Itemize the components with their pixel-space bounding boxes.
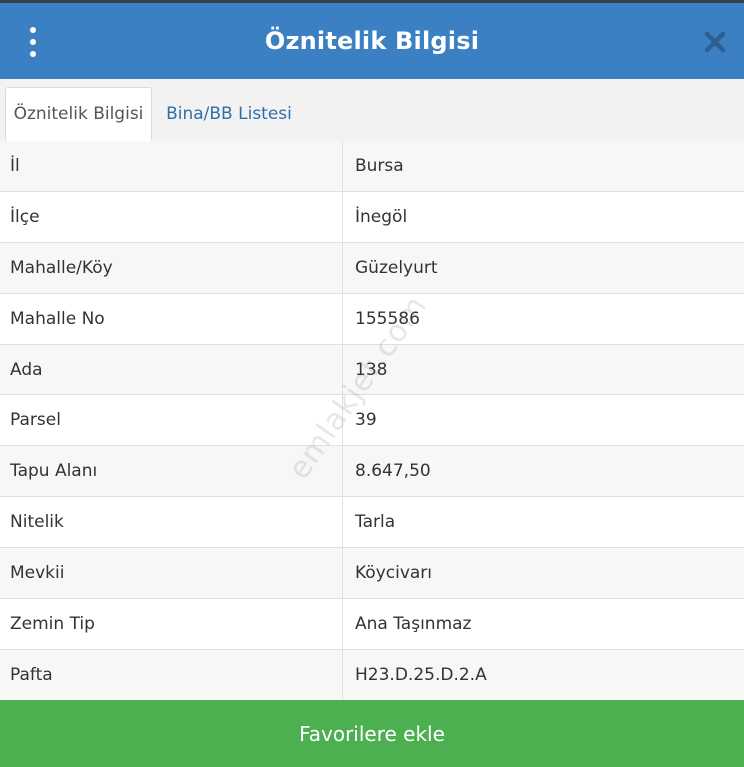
- row-value: Bursa: [355, 155, 404, 176]
- tab-oznitelik-bilgisi[interactable]: Öznitelik Bilgisi: [5, 87, 152, 141]
- row-value: 8.647,50: [355, 461, 431, 482]
- table-row: Tapu Alanı 8.647,50: [0, 446, 744, 498]
- vertical-dots-menu-icon[interactable]: [22, 27, 44, 57]
- table-row: İlçe İnegöl: [0, 191, 744, 243]
- header-bar: Öznitelik Bilgisi: [0, 3, 744, 79]
- table-row: İl Bursa: [0, 141, 744, 192]
- row-label: Nitelik: [0, 497, 343, 548]
- attribute-table: İl Bursa İlçe İnegöl Mahalle/Köy Güzelyu…: [0, 141, 744, 701]
- row-value: 138: [355, 359, 388, 380]
- table-row: Ada 138: [0, 344, 744, 396]
- row-label: Mahalle/Köy: [0, 242, 343, 293]
- row-value: Güzelyurt: [355, 257, 438, 278]
- row-label: Tapu Alanı: [0, 446, 343, 497]
- row-label: Mevkii: [0, 548, 343, 599]
- table-row: Mahalle No 155586: [0, 293, 744, 345]
- row-label: Mahalle No: [0, 293, 343, 344]
- row-label: İlçe: [0, 191, 343, 242]
- row-value: H23.D.25.D.2.A: [355, 664, 487, 685]
- table-row: Nitelik Tarla: [0, 497, 744, 549]
- row-value: 39: [355, 410, 377, 431]
- table-row: Mevkii Köycivarı: [0, 548, 744, 600]
- row-label: Parsel: [0, 395, 343, 446]
- row-label: Pafta: [0, 649, 343, 700]
- add-to-favorites-button[interactable]: Favorilere ekle: [0, 700, 744, 767]
- tab-bina-bb-listesi[interactable]: Bina/BB Listesi: [160, 87, 298, 141]
- table-row: Pafta H23.D.25.D.2.A: [0, 649, 744, 701]
- close-icon[interactable]: [704, 31, 726, 53]
- row-value: Tarla: [355, 512, 396, 533]
- row-value: 155586: [355, 308, 420, 329]
- row-label: Ada: [0, 344, 343, 395]
- row-label: İl: [0, 141, 343, 191]
- row-label: Zemin Tip: [0, 599, 343, 649]
- table-row: Parsel 39: [0, 395, 744, 447]
- page-title: Öznitelik Bilgisi: [264, 27, 480, 55]
- table-row: Zemin Tip Ana Taşınmaz: [0, 599, 744, 650]
- row-value: Köycivarı: [355, 563, 433, 584]
- table-row: Mahalle/Köy Güzelyurt: [0, 242, 744, 294]
- tab-bar: Öznitelik Bilgisi Bina/BB Listesi: [0, 79, 744, 142]
- row-value: İnegöl: [355, 206, 408, 227]
- row-value: Ana Taşınmaz: [355, 613, 472, 634]
